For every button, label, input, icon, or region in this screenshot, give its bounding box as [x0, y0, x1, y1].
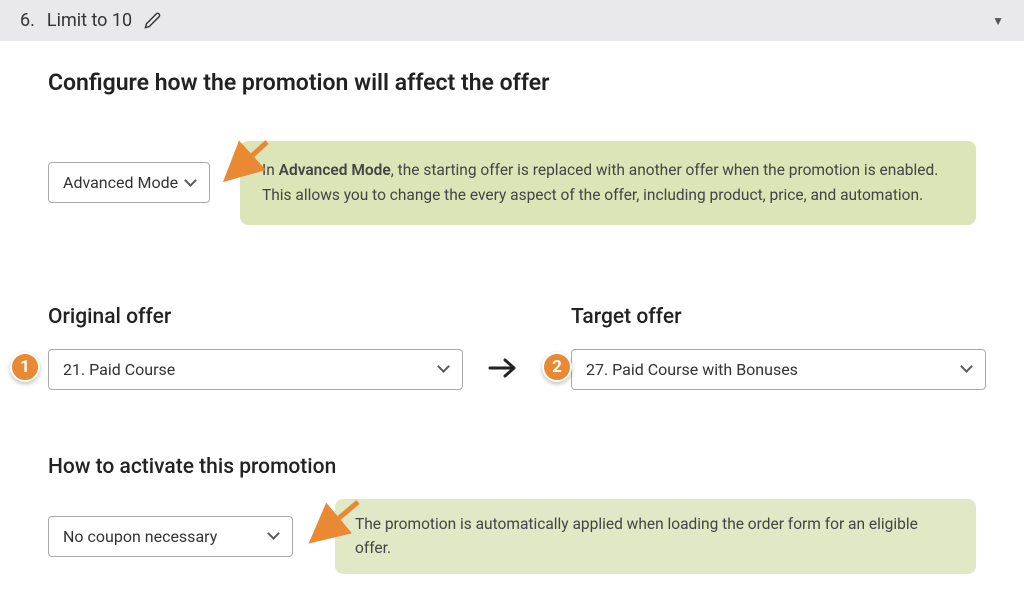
mode-info-box: In Advanced Mode, the starting offer is …	[240, 141, 976, 225]
activate-row: No coupon necessary The promotion is aut…	[48, 499, 976, 575]
activation-select[interactable]: No coupon necessary	[48, 516, 293, 557]
chevron-down-icon	[268, 531, 278, 541]
target-offer-select[interactable]: 27. Paid Course with Bonuses	[571, 349, 986, 390]
arrow-right-icon	[487, 356, 519, 390]
target-offer-value: 27. Paid Course with Bonuses	[586, 360, 798, 379]
step-number: 6.	[20, 10, 35, 31]
info-text-prefix: In	[262, 161, 279, 179]
mode-row: Advanced Mode In Advanced Mode, the star…	[48, 141, 976, 225]
mode-select-value: Advanced Mode	[63, 173, 178, 192]
activate-heading: How to activate this promotion	[48, 455, 976, 479]
activation-select-value: No coupon necessary	[63, 527, 217, 546]
target-offer-label: Target offer	[571, 305, 986, 329]
original-offer-column: Original offer 21. Paid Course	[48, 305, 463, 390]
offers-row: 1 Original offer 21. Paid Course 2 Targe…	[48, 305, 976, 390]
configure-heading: Configure how the promotion will affect …	[48, 69, 976, 96]
badge-1: 1	[10, 352, 40, 382]
chevron-down-icon	[185, 178, 195, 188]
target-offer-column: Target offer 27. Paid Course with Bonuse…	[571, 305, 986, 390]
badge-2: 2	[542, 352, 572, 382]
chevron-down-icon	[438, 364, 448, 374]
info-text-bold: Advanced Mode	[279, 161, 391, 179]
edit-icon[interactable]	[144, 12, 161, 29]
step-header-left: 6. Limit to 10	[20, 10, 161, 31]
chevron-down-icon	[961, 364, 971, 374]
step-title: Limit to 10	[47, 10, 132, 31]
original-offer-select[interactable]: 21. Paid Course	[48, 349, 463, 390]
collapse-chevron-icon[interactable]: ▼	[992, 14, 1004, 28]
original-offer-value: 21. Paid Course	[63, 360, 175, 379]
step-header[interactable]: 6. Limit to 10 ▼	[0, 0, 1024, 41]
mode-select[interactable]: Advanced Mode	[48, 162, 210, 203]
original-offer-label: Original offer	[48, 305, 463, 329]
step-content: Configure how the promotion will affect …	[0, 41, 1024, 594]
activation-info-box: The promotion is automatically applied w…	[335, 499, 976, 575]
